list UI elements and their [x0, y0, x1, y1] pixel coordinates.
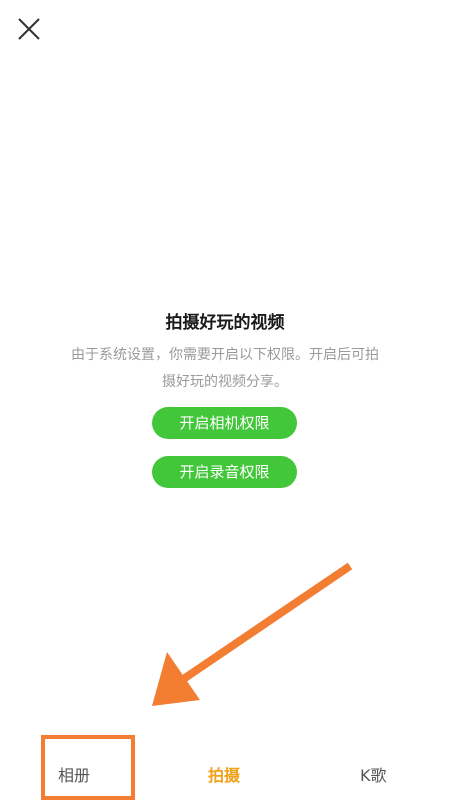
bottom-tab-bar: 相册 拍摄 K歌 [0, 745, 450, 800]
tab-karaoke[interactable]: K歌 [360, 765, 387, 787]
enable-audio-permission-button[interactable]: 开启录音权限 [152, 456, 297, 488]
permission-description: 由于系统设置，你需要开启以下权限。开启后可拍摄好玩的视频分享。 [71, 347, 379, 390]
enable-camera-permission-button[interactable]: 开启相机权限 [152, 407, 297, 439]
close-button[interactable] [14, 14, 44, 44]
page-title: 拍摄好玩的视频 [165, 313, 285, 333]
tab-album[interactable]: 相册 [58, 765, 90, 787]
annotation-arrow [152, 562, 353, 706]
permission-prompt: 拍摄好玩的视频 由于系统设置，你需要开启以下权限。开启后可拍摄好玩的视频分享。 [0, 308, 450, 396]
tab-shoot[interactable]: 拍摄 [208, 765, 240, 787]
close-icon [18, 18, 40, 40]
